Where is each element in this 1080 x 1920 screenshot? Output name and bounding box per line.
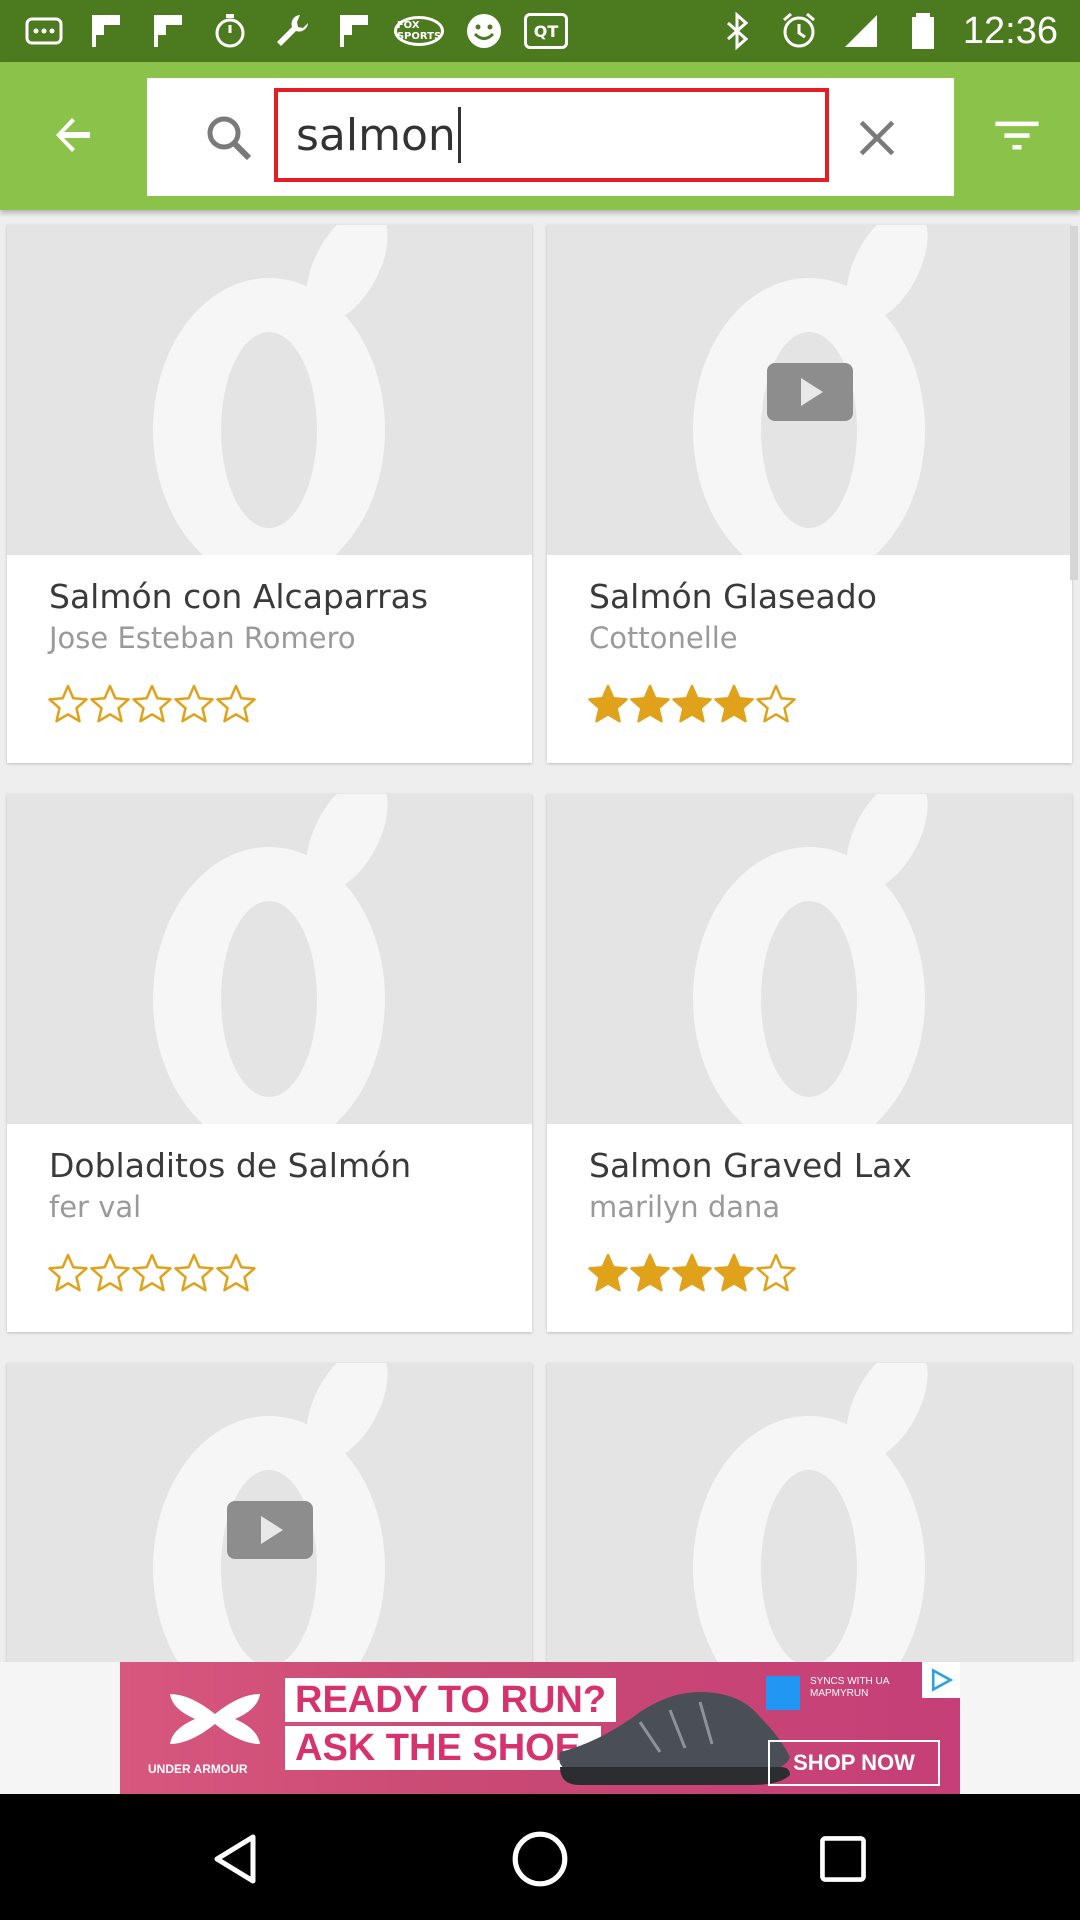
arrow-back-icon — [56, 118, 90, 152]
star-empty-icon — [90, 684, 130, 723]
star-empty-icon — [756, 684, 796, 723]
nav-back-button[interactable] — [202, 1824, 272, 1894]
recipe-card[interactable]: Salmon Graved Lax marilyn dana — [547, 794, 1072, 1332]
star-empty-icon — [216, 684, 256, 723]
text-cursor — [457, 107, 461, 163]
filter-icon — [995, 121, 1039, 150]
status-bar: FOX SPORTS QT 12:36 — [0, 0, 1080, 62]
rating-stars — [587, 683, 797, 725]
alarm-icon — [777, 11, 821, 51]
star-empty-icon — [132, 1253, 172, 1292]
signal-icon — [839, 11, 883, 51]
triangle-back-icon — [214, 1834, 256, 1884]
more-icon — [22, 11, 66, 51]
circle-home-icon — [512, 1831, 568, 1887]
clock: 12:36 — [962, 9, 1058, 52]
recipe-image[interactable] — [547, 794, 1072, 1124]
recipe-title[interactable]: Salmón con Alcaparras — [49, 577, 428, 616]
under-armour-logo — [170, 1694, 260, 1744]
recipe-card[interactable]: Dobladitos de Salmón fer val — [7, 794, 532, 1332]
nav-recents-button[interactable] — [808, 1824, 878, 1894]
recipe-card[interactable] — [547, 1363, 1072, 1663]
ad-choices-icon[interactable] — [922, 1662, 960, 1698]
star-empty-icon — [756, 1253, 796, 1292]
recipe-author[interactable]: fer val — [49, 1190, 141, 1224]
ad-badge-text: SYNCS WITH UA MAPMYRUN — [810, 1676, 889, 1699]
navigation-bar — [0, 1794, 1080, 1920]
search-icon — [207, 116, 252, 161]
shop-now-button[interactable]: SHOP NOW — [768, 1740, 940, 1786]
close-icon — [859, 120, 895, 156]
search-field[interactable]: salmon — [274, 88, 829, 182]
recipe-author[interactable]: Cottonelle — [589, 621, 738, 655]
nav-home-button[interactable] — [505, 1824, 575, 1894]
system-icons: 12:36 — [715, 8, 1058, 54]
recipe-image[interactable] — [547, 1363, 1072, 1663]
qt-icon: QT — [524, 13, 568, 49]
recipe-author[interactable]: marilyn dana — [589, 1190, 780, 1224]
star-empty-icon — [90, 1253, 130, 1292]
star-filled-icon — [714, 684, 754, 723]
star-filled-icon — [588, 684, 628, 723]
placeholder-logo-icon — [693, 794, 928, 1124]
filter-button[interactable] — [985, 106, 1049, 166]
star-empty-icon — [174, 684, 214, 723]
search-box: salmon — [147, 78, 954, 196]
rating-stars — [47, 1252, 257, 1294]
square-recents-icon — [820, 1836, 866, 1882]
notification-icons: FOX SPORTS QT — [22, 8, 568, 54]
search-input[interactable]: salmon — [296, 110, 456, 161]
recipe-title[interactable]: Salmón Glaseado — [589, 577, 877, 616]
fox-sports-icon: FOX SPORTS — [394, 16, 444, 46]
flipboard-icon — [84, 11, 128, 51]
recipe-author[interactable]: Jose Esteban Romero — [49, 621, 356, 655]
ad-banner[interactable]: UNDER ARMOUR READY TO RUN? ASK THE SHOE.… — [120, 1662, 960, 1794]
recipe-card[interactable]: Salmón con Alcaparras Jose Esteban Romero — [7, 225, 532, 763]
wrench-icon — [270, 11, 314, 51]
recipe-image[interactable] — [7, 794, 532, 1124]
star-filled-icon — [630, 684, 670, 723]
ad-brand: UNDER ARMOUR — [148, 1762, 248, 1776]
flipboard-icon — [332, 11, 376, 51]
star-empty-icon — [216, 1253, 256, 1292]
recipe-title[interactable]: Dobladitos de Salmón — [49, 1146, 411, 1185]
battery-icon — [901, 11, 945, 51]
star-filled-icon — [672, 684, 712, 723]
app-bar: salmon — [0, 62, 1080, 210]
recipe-image[interactable] — [547, 225, 1072, 555]
back-button[interactable] — [30, 102, 116, 168]
clear-search-button[interactable] — [847, 108, 907, 168]
rating-stars — [587, 1252, 797, 1294]
bluetooth-icon — [715, 11, 759, 51]
recipe-card[interactable]: Salmón Glaseado Cottonelle — [547, 225, 1072, 763]
mapmyrun-icon — [766, 1676, 800, 1710]
rating-stars — [47, 683, 257, 725]
ad-area: UNDER ARMOUR READY TO RUN? ASK THE SHOE.… — [0, 1662, 1080, 1794]
stopwatch-icon — [208, 11, 252, 51]
recipe-image[interactable] — [7, 225, 532, 555]
scrollbar[interactable] — [1070, 226, 1078, 580]
recipe-title[interactable]: Salmon Graved Lax — [589, 1146, 912, 1185]
play-video-icon[interactable] — [767, 363, 853, 421]
star-filled-icon — [714, 1253, 754, 1292]
smiley-icon — [462, 11, 506, 51]
star-empty-icon — [174, 1253, 214, 1292]
placeholder-logo-icon — [153, 225, 388, 555]
star-filled-icon — [672, 1253, 712, 1292]
recipe-card[interactable] — [7, 1363, 532, 1663]
placeholder-logo-icon — [153, 794, 388, 1124]
star-filled-icon — [630, 1253, 670, 1292]
flipboard-icon — [146, 11, 190, 51]
star-filled-icon — [588, 1253, 628, 1292]
play-video-icon[interactable] — [227, 1501, 313, 1559]
star-empty-icon — [48, 684, 88, 723]
placeholder-logo-icon — [693, 1363, 928, 1663]
star-empty-icon — [48, 1253, 88, 1292]
star-empty-icon — [132, 684, 172, 723]
recipe-image[interactable] — [7, 1363, 532, 1663]
